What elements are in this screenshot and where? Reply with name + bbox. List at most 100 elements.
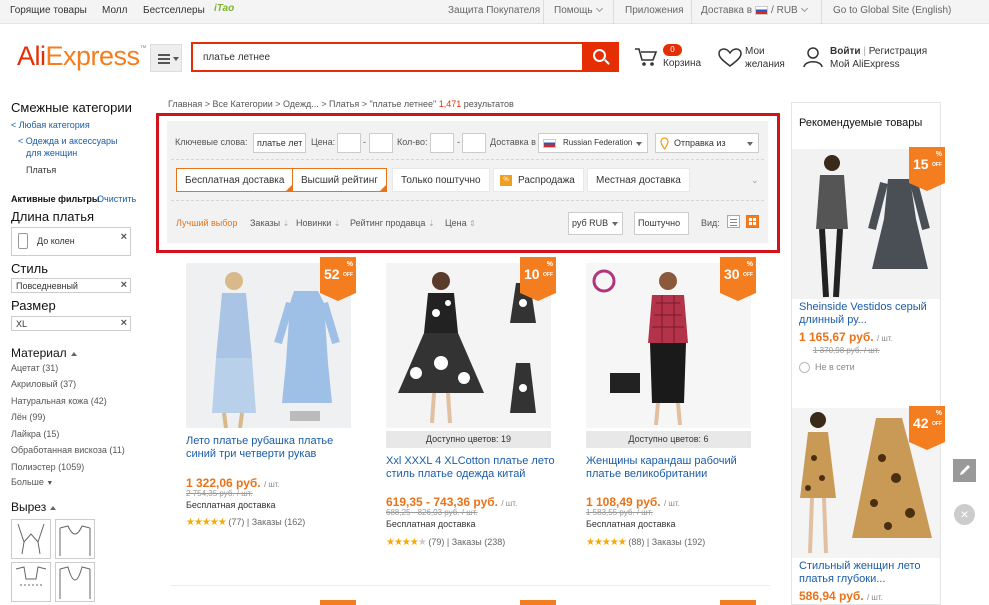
off-label: OFF <box>543 272 553 278</box>
active-filter-length[interactable]: До колен × <box>11 227 131 256</box>
mall-link[interactable]: Молл <box>102 5 127 16</box>
available-colors: Доступно цветов: 6 <box>586 431 751 448</box>
search-input[interactable]: платье летнее <box>191 42 583 72</box>
product-title[interactable]: Женщины карандаш рабочий платье великобр… <box>586 455 766 481</box>
product-title[interactable]: Xxl XXXL 4 XLCotton платье лето стиль пл… <box>386 455 566 481</box>
hot-deals-link[interactable]: Горящие товары <box>10 5 87 16</box>
product-price: 1 322,06 руб. / шт. <box>186 476 280 490</box>
material-option[interactable]: Полиэстер (1059) <box>11 462 84 472</box>
itao-logo[interactable]: iTao <box>214 3 234 14</box>
cart-icon[interactable] <box>634 46 658 68</box>
recommended-title-link[interactable]: Sheinside Vestidos серый длинный ру... <box>799 301 937 327</box>
feedback-button[interactable] <box>953 459 976 482</box>
discount-badge: 42% OFF <box>909 406 945 450</box>
rating-count[interactable]: (77) <box>228 517 244 527</box>
material-option[interactable]: Лайкра (15) <box>11 429 59 439</box>
orders-count[interactable]: Заказы (162) <box>252 517 306 527</box>
star-rating-icon[interactable]: ★★★★★ <box>586 537 627 548</box>
collar-icon <box>17 523 45 555</box>
shipping-info: Бесплатная доставка <box>586 519 676 529</box>
russia-flag-icon <box>755 5 769 15</box>
price-value: 1 108,49 руб. <box>586 495 661 509</box>
length-value: До колен <box>37 236 75 246</box>
logo-tm: ™ <box>139 45 147 52</box>
wishlist-link[interactable]: Мои желания <box>745 45 785 71</box>
product-title[interactable]: Лето платье рубашка платье синий три чет… <box>186 435 366 461</box>
user-icon[interactable] <box>803 46 823 68</box>
recommended-price: 586,94 руб. / шт. <box>799 589 883 603</box>
search-button[interactable] <box>582 42 619 72</box>
my-aliexpress-link[interactable]: Мой AliExpress <box>830 59 900 70</box>
discount-badge-partial <box>320 600 356 605</box>
percent-sign: % <box>346 261 353 268</box>
buyer-protection-link[interactable]: Защита Покупателя <box>448 5 540 16</box>
rating-count[interactable]: (79) <box>428 537 444 547</box>
product-price: 619,35 - 743,36 руб. / шт. <box>386 495 517 509</box>
register-link[interactable]: Регистрация <box>869 46 927 57</box>
rating-count[interactable]: (88) <box>628 537 644 547</box>
neckline-option-scoop[interactable] <box>55 519 95 559</box>
recommended-price: 1 165,67 руб. / шт. <box>799 330 893 344</box>
breadcrumb-path[interactable]: Главная > Все Категории > Одежд... > Пла… <box>168 99 436 109</box>
star-rating-icon[interactable]: ★★★★★ <box>186 517 227 528</box>
highlight-box <box>156 113 780 253</box>
menu-icon <box>158 58 170 60</box>
material-option[interactable]: Акриловый (37) <box>11 379 76 389</box>
rating-row: ★★★★★ (77) | Заказы (162) <box>186 517 306 528</box>
discount-badge: 52% OFF <box>320 257 356 301</box>
dress-length-icon <box>18 233 28 249</box>
neckline-option-collar[interactable] <box>11 519 51 559</box>
orders-count[interactable]: Заказы (192) <box>652 537 706 547</box>
any-category-link[interactable]: < Любая категория <box>11 120 90 130</box>
apps-link[interactable]: Приложения <box>625 5 684 16</box>
off-label: OFF <box>932 162 942 168</box>
material-option[interactable]: Обработанная вискоза (11) <box>11 445 125 455</box>
star-rating-icon[interactable]: ★★★★★ <box>386 537 427 548</box>
close-icon[interactable]: × <box>121 231 127 243</box>
recommended-title-link[interactable]: Стильный женщин лето платья глубоки... <box>799 560 937 586</box>
material-option[interactable]: Ацетат (31) <box>11 363 58 373</box>
chat-offline-icon <box>799 362 810 373</box>
recommended-title: Рекомендуемые товары <box>799 117 923 129</box>
material-option[interactable]: Натуральная кожа (42) <box>11 396 107 406</box>
old-price: 688,25 - 826,03 руб. / шт. <box>386 508 478 517</box>
ship-to-menu[interactable]: Доставка в / RUB <box>701 4 808 16</box>
global-site-link[interactable]: Go to Global Site (English) <box>833 5 951 16</box>
neckline-option-v[interactable] <box>55 562 95 602</box>
discount-value: 42 <box>913 415 929 431</box>
active-filter-size[interactable]: XL × <box>11 316 131 331</box>
chevron-down-icon <box>800 4 808 13</box>
close-icon[interactable]: × <box>121 317 127 329</box>
category-menu-button[interactable] <box>150 44 182 72</box>
material-title[interactable]: Материал <box>11 346 77 360</box>
clear-filters-link[interactable]: Очистить <box>97 194 136 204</box>
pencil-icon <box>960 465 970 475</box>
cart-link[interactable]: Корзина <box>663 57 701 70</box>
rating-row: ★★★★★ (79) | Заказы (238) <box>386 537 506 548</box>
neckline-option-square[interactable] <box>11 562 51 602</box>
divider <box>691 0 692 24</box>
active-filter-style[interactable]: Повседневный × <box>11 278 131 293</box>
category-women-clothing-line2[interactable]: для женщин <box>26 148 77 158</box>
discount-badge-partial <box>520 600 556 605</box>
account-block: Войти | Регистрация Мой AliExpress <box>830 46 928 70</box>
orders-count[interactable]: Заказы (238) <box>452 537 506 547</box>
discount-value: 15 <box>913 156 929 172</box>
chevron-down-icon <box>595 4 603 13</box>
current-category: Платья <box>26 165 57 175</box>
rating-row: ★★★★★ (88) | Заказы (192) <box>586 537 706 548</box>
more-materials-link[interactable]: Больше ▼ <box>11 477 53 487</box>
neckline-title[interactable]: Вырез <box>11 500 57 514</box>
aliexpress-logo[interactable]: AliExpress™ <box>17 41 147 72</box>
bestsellers-link[interactable]: Бестселлеры <box>143 5 205 16</box>
signin-link[interactable]: Войти <box>830 46 861 57</box>
heart-icon[interactable] <box>718 48 742 68</box>
result-suffix: результатов <box>463 99 514 109</box>
seller-status[interactable]: Не в сети <box>799 362 855 373</box>
category-women-clothing-link[interactable]: < Одежда и аксессуары <box>18 136 117 146</box>
style-title: Стиль <box>11 261 48 276</box>
close-icon[interactable]: × <box>121 279 127 291</box>
material-option[interactable]: Лён (99) <box>11 412 45 422</box>
close-button[interactable]: × <box>954 504 975 525</box>
help-menu[interactable]: Помощь <box>554 4 603 16</box>
